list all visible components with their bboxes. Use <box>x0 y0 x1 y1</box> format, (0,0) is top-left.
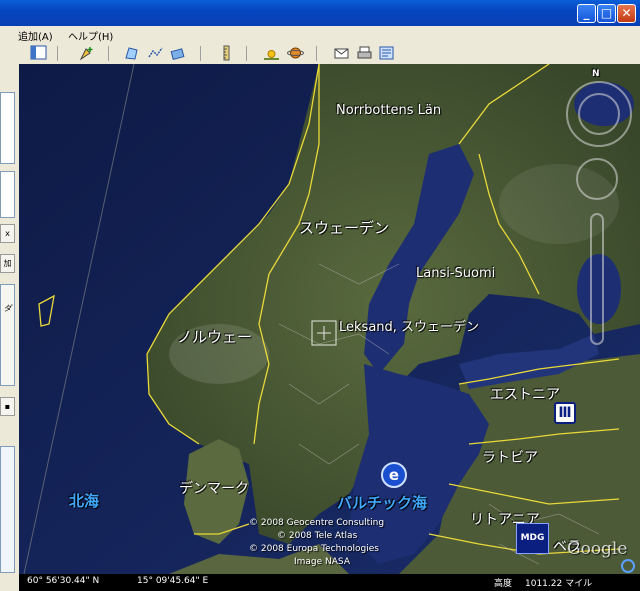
mdg-badge[interactable]: MDG <box>516 523 549 554</box>
menu-help[interactable]: ヘルプ(H) <box>68 28 113 43</box>
copyright-line-3: © 2008 Europa Technologies <box>249 544 379 554</box>
toolbar-separator <box>200 46 201 61</box>
search-panel[interactable] <box>0 92 15 164</box>
lake-northeast <box>574 82 634 126</box>
menu-bar: 追加(A) ヘルプ(H) <box>0 26 640 43</box>
sunlight-icon[interactable] <box>263 45 280 61</box>
satellite-imagery <box>19 64 640 574</box>
longitude-readout: 15° 09'45.64" E <box>137 576 209 586</box>
maximize-button[interactable]: □ <box>597 4 616 23</box>
menu-add[interactable]: 追加(A) <box>18 28 53 43</box>
label-estonia: エストニア <box>490 387 560 403</box>
label-norrbottens: Norrbottens Län <box>336 103 442 118</box>
google-logo: Google <box>567 539 628 559</box>
copyright-line-4: Image NASA <box>294 557 350 567</box>
toolbar-separator <box>246 46 247 61</box>
places-panel-text: ダ <box>3 304 12 313</box>
ruler-icon[interactable] <box>218 45 235 61</box>
streaming-indicator-icon <box>621 559 635 573</box>
close-button[interactable]: ✕ <box>617 4 636 23</box>
email-icon[interactable] <box>333 45 350 61</box>
label-latvia: ラトビア <box>482 450 538 466</box>
placemark-icon[interactable] <box>78 45 95 61</box>
label-lansi-suomi: Lansi-Suomi <box>416 266 496 281</box>
label-norway: ノルウェー <box>177 328 253 346</box>
label-sweden: スウェーデン <box>299 219 390 237</box>
map-view-icon[interactable] <box>378 45 395 61</box>
latitude-readout: 60° 56'30.44" N <box>27 576 100 586</box>
lake-ladoga <box>577 254 621 324</box>
sidebar-panel: x 加 ダ ▪ <box>0 64 19 591</box>
print-icon[interactable] <box>356 45 373 61</box>
layers-panel[interactable] <box>0 446 15 573</box>
sidebar-toggle-button[interactable]: ▪ <box>0 397 15 416</box>
polygon-icon[interactable] <box>124 45 141 61</box>
path-icon[interactable] <box>147 45 164 61</box>
search-results-panel[interactable] <box>0 171 15 218</box>
toolbar-separator <box>57 46 58 61</box>
label-north-sea: 北海 <box>69 492 100 510</box>
copyright-line-1: © 2008 Geocentre Consulting <box>249 518 385 528</box>
maximize-icon: □ <box>600 6 613 20</box>
copyright-line-2: © 2008 Tele Atlas <box>277 531 358 541</box>
label-leksand: Leksand, スウェーデン <box>339 320 480 335</box>
title-bar: _ □ ✕ <box>0 0 640 26</box>
toolbar <box>0 43 640 65</box>
toolbar-separator <box>316 46 317 61</box>
sidebar-add-button[interactable]: 加 <box>0 254 15 273</box>
compass-north-label[interactable]: N <box>592 69 600 79</box>
minimize-button[interactable]: _ <box>577 4 596 23</box>
altitude-label: 高度 <box>494 579 513 589</box>
minimize-icon: _ <box>583 6 590 20</box>
close-icon: ✕ <box>621 6 632 20</box>
encyclopedia-icon[interactable]: e <box>381 462 407 488</box>
map-view[interactable]: N Norrbottens Län スウェーデン Lansi-Suomi ノルウ… <box>19 64 640 574</box>
museum-icon[interactable]: Ⅲ <box>554 402 576 424</box>
label-denmark: デンマーク <box>179 481 249 497</box>
toolbar-separator <box>108 46 109 61</box>
altitude-value: 1011.22 マイル <box>525 579 593 589</box>
status-bar: 60° 56'30.44" N 15° 09'45.64" E 高度 1011.… <box>19 574 640 591</box>
overlay-icon[interactable] <box>170 45 187 61</box>
sidebar-toggle-icon[interactable] <box>30 45 47 61</box>
places-panel[interactable]: ダ <box>0 284 15 386</box>
planet-icon[interactable] <box>287 45 304 61</box>
sidebar-close-button[interactable]: x <box>0 224 15 243</box>
label-baltic-sea: バルチック海 <box>337 494 428 512</box>
